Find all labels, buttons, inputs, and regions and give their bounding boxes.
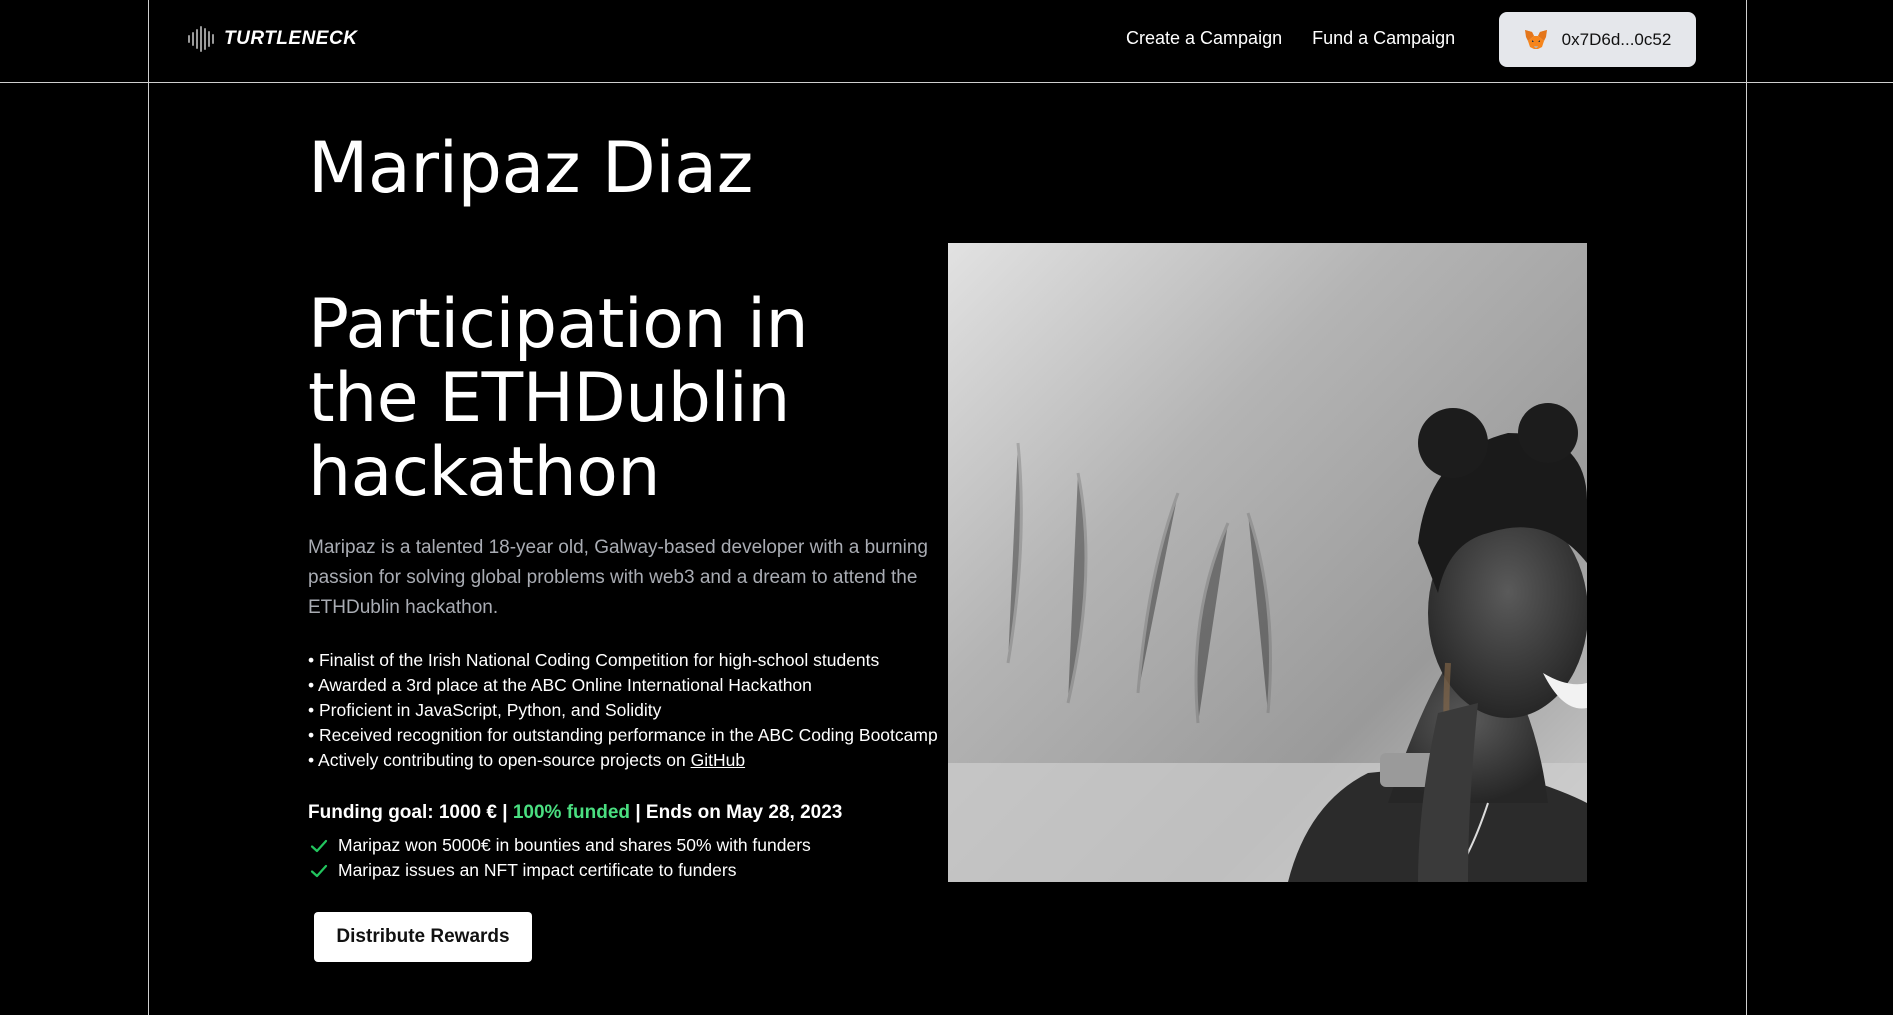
campaign-title: Participation in the ETHDublin hackathon xyxy=(308,285,809,512)
achievement-item: • Proficient in JavaScript, Python, and … xyxy=(308,700,662,720)
funded-percentage: 100% funded xyxy=(512,802,631,823)
achievement-item: • Actively contributing to open-source p… xyxy=(308,748,968,773)
check-icon xyxy=(310,839,328,852)
metamask-fox-icon xyxy=(1524,29,1547,49)
brand-logo[interactable]: TURTLENECK xyxy=(188,24,357,54)
page: TURTLENECK Create a Campaign Fund a Camp… xyxy=(0,0,1893,1015)
distribute-rewards-button[interactable]: Distribute Rewards xyxy=(314,912,532,962)
achievement-item: • Awarded a 3rd place at the ABC Online … xyxy=(308,675,812,695)
achievements-list: • Finalist of the Irish National Coding … xyxy=(308,648,968,773)
top-navbar: TURTLENECK Create a Campaign Fund a Camp… xyxy=(0,0,1893,82)
nav-fund-campaign[interactable]: Fund a Campaign xyxy=(1312,28,1455,49)
achievement-text: • Actively contributing to open-source p… xyxy=(308,750,691,770)
nav-create-campaign[interactable]: Create a Campaign xyxy=(1126,28,1282,49)
portrait-image xyxy=(948,243,1587,882)
wallet-address: 0x7D6d...0c52 xyxy=(1561,29,1672,49)
frame-line-right xyxy=(1746,0,1747,1015)
creator-name: Maripaz Diaz xyxy=(308,127,753,209)
frame-line-left xyxy=(148,0,149,1015)
benefit-text: Maripaz issues an NFT impact certificate… xyxy=(338,860,737,880)
achievement-item: • Received recognition for outstanding p… xyxy=(308,725,938,745)
check-icon xyxy=(310,864,328,877)
achievement-item: • Finalist of the Irish National Coding … xyxy=(308,650,880,670)
wallet-button[interactable]: 0x7D6d...0c52 xyxy=(1499,12,1696,67)
soundwave-icon xyxy=(188,24,214,54)
campaign-photo xyxy=(948,243,1587,882)
main-nav: Create a Campaign Fund a Campaign xyxy=(1126,28,1455,49)
benefits-list: Maripaz won 5000€ in bounties and shares… xyxy=(310,833,811,883)
end-date: | Ends on May 28, 2023 xyxy=(630,802,843,823)
benefit-text: Maripaz won 5000€ in bounties and shares… xyxy=(338,835,811,855)
funding-goal: Funding goal: 1000 € | xyxy=(308,802,513,823)
header-divider xyxy=(0,82,1893,83)
benefit-item: Maripaz issues an NFT impact certificate… xyxy=(310,858,811,883)
funding-status: Funding goal: 1000 € | 100% funded | End… xyxy=(308,802,842,824)
benefit-item: Maripaz won 5000€ in bounties and shares… xyxy=(310,833,811,858)
github-link[interactable]: GitHub xyxy=(691,750,745,770)
brand-name: TURTLENECK xyxy=(224,28,358,49)
campaign-description: Maripaz is a talented 18-year old, Galwa… xyxy=(308,537,928,618)
